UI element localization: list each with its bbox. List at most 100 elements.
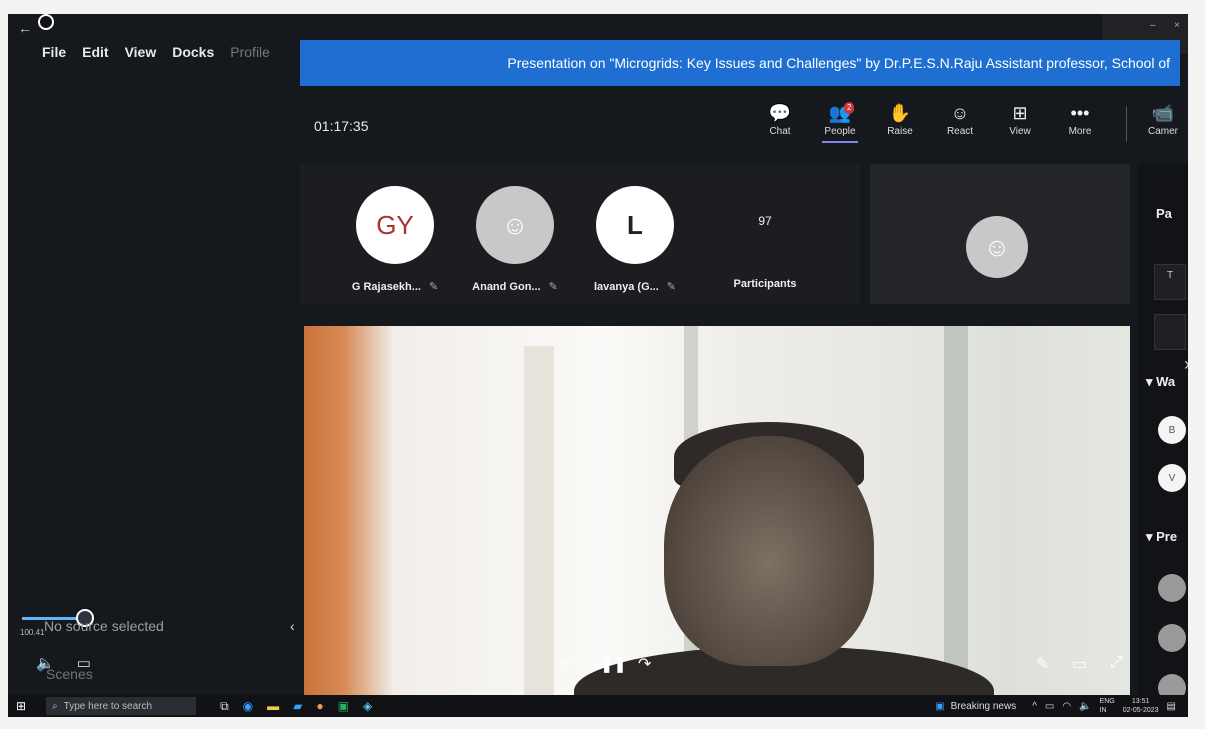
edge-icon[interactable]: ◉ [243, 699, 253, 714]
react-label: React [946, 126, 974, 137]
panel-heading: Pa [1156, 206, 1172, 221]
back-arrow-icon[interactable]: ← [18, 20, 32, 36]
self-video-tile: ☺ [870, 164, 1130, 304]
taskbar: ⊞ ⌕ Type here to search ⧉ ◉ ▬ ▰ ● ▣ ◈ ▣ … [8, 695, 1188, 717]
view-button[interactable]: ⊞ View [990, 100, 1050, 137]
volume-icon[interactable]: 🔈 [1079, 701, 1091, 712]
battery-icon[interactable]: ▭ [1045, 701, 1054, 712]
participant-tile[interactable]: GY G Rajasekh... ✎ [340, 186, 450, 293]
chevron-up-icon[interactable]: ^ [1032, 701, 1037, 712]
waiting-section-label[interactable]: ▾ Wa [1146, 374, 1175, 390]
avatar: L [596, 186, 674, 264]
store-icon[interactable]: ▰ [293, 699, 302, 714]
view-label: View [1009, 126, 1031, 137]
wifi-icon[interactable]: ◠ [1062, 701, 1071, 712]
participant-name: G Rajasekh... ✎ [351, 281, 439, 293]
chrome-icon[interactable]: ● [316, 699, 323, 714]
collapse-arrow-icon[interactable]: ‹ [290, 618, 295, 634]
avatar: GY [356, 186, 434, 264]
people-badge: 2 [844, 102, 855, 114]
participant-name: lavanya (G... ✎ [593, 281, 677, 293]
language-indicator[interactable]: ENG IN [1100, 697, 1115, 715]
presenters-section-label[interactable]: ▾ Pre [1146, 529, 1177, 545]
news-icon: ▣ [935, 700, 945, 712]
avatar: V [1158, 464, 1186, 492]
meeting-timer: 01:17:35 [314, 118, 369, 134]
react-button[interactable]: ☺ React [930, 100, 990, 137]
camera-off-icon: 📹 [1151, 103, 1175, 123]
excel-icon[interactable]: ▣ [338, 699, 349, 714]
taskbar-search[interactable]: ⌕ Type here to search [46, 697, 197, 715]
side-input-box[interactable]: T [1154, 264, 1186, 300]
chat-label: Chat [769, 126, 791, 137]
avatar-person-icon: ☺ [476, 186, 554, 264]
mic-off-icon: ✎ [548, 281, 558, 293]
avatar [1158, 624, 1186, 652]
more-icon: ••• [1070, 103, 1090, 123]
meeting-title: Presentation on "Microgrids: Key Issues … [300, 40, 1180, 86]
clock[interactable]: 13:51 02-05-2023 [1123, 697, 1159, 715]
pause-icon[interactable]: ❚❚ [600, 654, 627, 674]
menu-view[interactable]: View [125, 44, 157, 60]
people-label: People [824, 126, 856, 137]
record-dot-icon [38, 14, 54, 30]
speaker-video [304, 326, 1130, 706]
meeting-toolbar: 💬 Chat 👥 2 People ✋ Raise ☺ React ⊞ View… [750, 100, 1110, 143]
participant-tile[interactable]: ☺ Anand Gon... ✎ [460, 186, 570, 293]
task-view-icon[interactable]: ⧉ [220, 699, 229, 714]
participant-count-tile[interactable]: 97 Participants [710, 186, 820, 290]
expand-icon[interactable]: ⤢ [1110, 654, 1123, 672]
participant-name: Anand Gon... ✎ [472, 281, 558, 293]
pen-icon[interactable]: ✎ [1036, 654, 1049, 674]
search-icon: ⌕ [52, 700, 58, 712]
more-button[interactable]: ••• More [1050, 100, 1110, 137]
menu-file[interactable]: File [42, 44, 66, 60]
next-icon[interactable]: ↷ [638, 654, 651, 674]
participants-strip: GY G Rajasekh... ✎ ☺ Anand Gon... ✎ L lava… [300, 164, 860, 304]
avatar: B [1158, 416, 1186, 444]
side-box [1154, 314, 1186, 350]
volume-value: 100.41 [20, 628, 45, 637]
avatar-person-icon: ☺ [966, 216, 1028, 278]
toolbar-divider [1126, 106, 1127, 142]
close-icon[interactable]: × [1174, 20, 1180, 31]
menu-docks[interactable]: Docks [172, 44, 214, 60]
scenes-label: Scenes [46, 666, 93, 682]
notification-icon[interactable]: ▤ [1167, 701, 1176, 712]
menu-edit[interactable]: Edit [82, 44, 108, 60]
mic-off-icon: ✎ [666, 281, 677, 293]
no-source-label: No source selected [44, 618, 164, 634]
menu-profile[interactable]: Profile [230, 44, 270, 60]
minimize-icon[interactable]: – [1150, 20, 1156, 31]
news-label: Breaking news [950, 700, 1017, 712]
chat-icon: 💬 [768, 103, 792, 123]
raise-label: Raise [887, 126, 913, 137]
camera-button[interactable]: 📹 Camer [1138, 100, 1188, 137]
participant-tile[interactable]: L lavanya (G... ✎ [580, 186, 690, 293]
search-placeholder: Type here to search [63, 700, 153, 712]
taskbar-apps: ⧉ ◉ ▬ ▰ ● ▣ ◈ [220, 699, 372, 714]
more-label: More [1068, 126, 1092, 137]
screen: ← File Edit View Docks Profile 100.41 No… [8, 14, 1188, 717]
system-tray: ^ ▭ ◠ 🔈 ENG IN 13:51 02-05-2023 ▤ [1032, 697, 1176, 715]
obs-menu-bar: File Edit View Docks Profile [42, 44, 270, 60]
react-icon: ☺ [950, 103, 970, 123]
obs-icon[interactable]: ◈ [363, 699, 372, 714]
chat-button[interactable]: 💬 Chat [750, 100, 810, 137]
news-widget[interactable]: ▣ Breaking news [935, 701, 1016, 712]
chevron-right-icon[interactable]: › [1184, 354, 1188, 375]
participant-count: 97 [758, 214, 772, 228]
file-explorer-icon[interactable]: ▬ [267, 699, 279, 714]
windows-start-icon[interactable]: ⊞ [16, 699, 26, 713]
previous-icon[interactable]: ↶ [560, 654, 573, 674]
caption-icon[interactable]: ▭ [1072, 654, 1087, 674]
people-side-panel: Pa T ▾ Wa B V ▾ Pre [1138, 164, 1188, 717]
camera-label: Camer [1147, 126, 1178, 137]
participants-label: Participants [733, 278, 797, 290]
people-button[interactable]: 👥 2 People [810, 100, 870, 143]
avatar [1158, 574, 1186, 602]
view-icon: ⊞ [1012, 103, 1028, 123]
raise-button[interactable]: ✋ Raise [870, 100, 930, 137]
mic-off-icon: ✎ [428, 281, 439, 293]
raise-hand-icon: ✋ [888, 103, 912, 123]
